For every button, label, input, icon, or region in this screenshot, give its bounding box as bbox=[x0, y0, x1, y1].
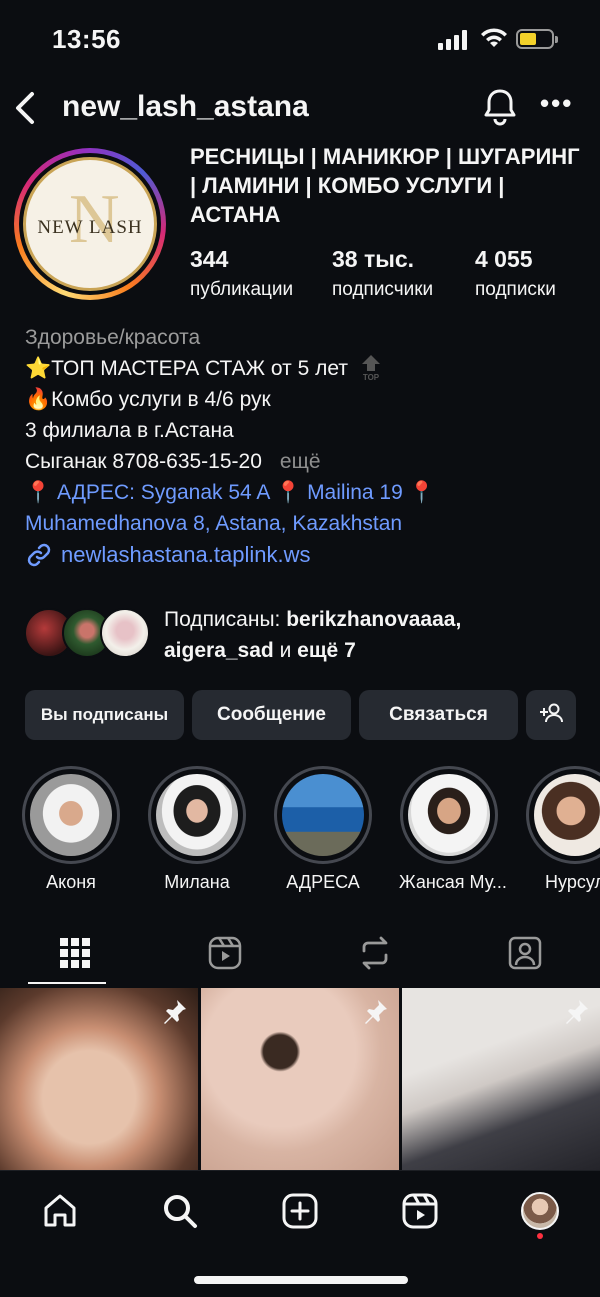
svg-text:TOP: TOP bbox=[363, 373, 380, 381]
create-post-icon bbox=[282, 1193, 318, 1229]
highlight-cover bbox=[408, 774, 490, 856]
following-button[interactable]: Вы подписаны bbox=[25, 690, 184, 740]
reels-icon bbox=[208, 936, 242, 970]
bio-line: 🔥Комбо услуги в 4/6 рук bbox=[25, 388, 271, 411]
highlight-cover bbox=[156, 774, 238, 856]
pin-icon: 📍 bbox=[25, 481, 52, 504]
profile-avatar-icon bbox=[521, 1192, 559, 1230]
reels-nav-icon bbox=[402, 1193, 438, 1229]
highlight-label: АДРЕСА bbox=[286, 872, 360, 892]
contact-button[interactable]: Связаться bbox=[359, 690, 518, 740]
profile-header: new_lash_astana ••• bbox=[0, 80, 600, 136]
stat-posts-value: 344 bbox=[190, 246, 229, 272]
more-options-icon[interactable]: ••• bbox=[540, 88, 573, 119]
repost-icon bbox=[362, 936, 388, 970]
post-thumbnail[interactable] bbox=[0, 988, 198, 1170]
profile-category: Здоровье/красота bbox=[25, 326, 201, 349]
address-line-2[interactable]: Muhamedhanova 8, Astana, Kazakhstan bbox=[25, 508, 585, 539]
suggest-users-button[interactable] bbox=[526, 690, 576, 740]
highlight-label: Аконя bbox=[46, 872, 96, 892]
brand-logo: N NEW LASH bbox=[23, 157, 157, 291]
nav-create[interactable] bbox=[278, 1189, 322, 1233]
profile-avatar[interactable]: N NEW LASH bbox=[14, 148, 166, 300]
story-highlights: Аконя Милана АДРЕСА Жансая Му... Нурсул bbox=[0, 766, 600, 896]
tagged-user-icon bbox=[508, 936, 542, 970]
pinned-post-icon bbox=[566, 1000, 588, 1024]
message-button[interactable]: Сообщение bbox=[192, 690, 351, 740]
pinned-post-icon bbox=[164, 1000, 186, 1024]
stat-following[interactable]: 4 055 подписки bbox=[475, 246, 556, 301]
add-user-icon bbox=[540, 703, 563, 723]
highlight-label: Нурсул bbox=[545, 872, 600, 892]
profile-link[interactable]: newlashastana.taplink.ws bbox=[25, 542, 310, 568]
follower-avatar bbox=[100, 608, 150, 658]
posts-grid bbox=[0, 988, 600, 1170]
wifi-icon bbox=[481, 28, 507, 47]
highlight-cover bbox=[534, 774, 600, 856]
pin-icon: 📍 bbox=[408, 481, 435, 504]
highlight-item[interactable]: Нурсул bbox=[525, 766, 600, 893]
status-time: 13:56 bbox=[52, 24, 121, 54]
back-arrow-icon[interactable] bbox=[12, 88, 42, 128]
search-icon bbox=[164, 1195, 197, 1228]
profile-tabs bbox=[0, 920, 600, 986]
stat-following-value: 4 055 bbox=[475, 246, 533, 272]
highlight-label: Милана bbox=[164, 872, 230, 892]
active-tab-indicator bbox=[28, 982, 106, 984]
followed-by[interactable]: Подписаны: berikzhanovaaaa, aigera_sad и… bbox=[24, 604, 584, 664]
pinned-post-icon bbox=[365, 1000, 387, 1024]
highlight-cover bbox=[30, 774, 112, 856]
nav-home[interactable] bbox=[38, 1189, 82, 1233]
bio-line: 3 филиала в г.Астана bbox=[25, 419, 234, 442]
tab-tagged[interactable] bbox=[450, 920, 600, 986]
nav-reels[interactable] bbox=[398, 1189, 442, 1233]
highlight-item[interactable]: Милана bbox=[147, 766, 247, 893]
link-icon bbox=[27, 543, 51, 567]
nav-search[interactable] bbox=[158, 1189, 202, 1233]
profile-bio: Здоровье/красота ⭐ТОП МАСТЕРА СТАЖ от 5 … bbox=[25, 322, 585, 539]
post-thumbnail[interactable] bbox=[201, 988, 399, 1170]
bio-line: Сыганак 8708-635-15-20 ещё bbox=[25, 450, 321, 473]
notification-dot bbox=[537, 1233, 543, 1239]
home-icon bbox=[44, 1194, 76, 1227]
highlight-item[interactable]: Аконя bbox=[21, 766, 121, 893]
top-badge-icon: TOP bbox=[361, 355, 380, 382]
address-line[interactable]: 📍 АДРЕС: Syganak 54 A 📍 Mailina 19 📍 bbox=[25, 477, 585, 508]
profile-title: РЕСНИЦЫ | МАНИКЮР | ШУГАРИНГ | ЛАМИНИ | … bbox=[190, 144, 580, 227]
post-thumbnail[interactable] bbox=[402, 988, 600, 1170]
tab-reposts[interactable] bbox=[300, 920, 450, 986]
pin-icon: 📍 bbox=[275, 481, 302, 504]
stat-followers-label: подписчики bbox=[332, 279, 434, 300]
bio-line: ⭐ТОП МАСТЕРА СТАЖ от 5 лет TOP bbox=[25, 353, 585, 384]
status-bar: 13:56 bbox=[0, 0, 600, 80]
followed-by-text: Подписаны: berikzhanovaaaa, aigera_sad и… bbox=[164, 608, 462, 662]
tab-reels[interactable] bbox=[150, 920, 300, 986]
cellular-signal-icon bbox=[438, 30, 467, 50]
battery-icon bbox=[516, 29, 558, 49]
logo-text: NEW LASH bbox=[37, 217, 143, 238]
highlight-label: Жансая Му... bbox=[399, 872, 507, 892]
grid-icon bbox=[60, 938, 90, 968]
stat-followers-value: 38 тыс. bbox=[332, 246, 415, 272]
stat-posts-label: публикации bbox=[190, 279, 294, 300]
stat-posts[interactable]: 344 публикации bbox=[190, 246, 293, 301]
profile-username: new_lash_astana bbox=[62, 90, 309, 123]
stat-followers[interactable]: 38 тыс. подписчики bbox=[332, 246, 433, 301]
notification-bell-icon[interactable] bbox=[482, 86, 518, 126]
highlight-item[interactable]: Жансая Му... bbox=[399, 766, 507, 893]
nav-profile[interactable] bbox=[518, 1189, 562, 1233]
tab-grid[interactable] bbox=[0, 920, 150, 986]
bio-more-link[interactable]: ещё bbox=[280, 450, 321, 473]
stat-following-label: подписки bbox=[475, 279, 556, 300]
profile-stats: 344 публикации 38 тыс. подписчики 4 055 … bbox=[190, 246, 590, 306]
home-indicator bbox=[194, 1276, 408, 1284]
highlight-item[interactable]: АДРЕСА bbox=[273, 766, 373, 893]
highlight-cover bbox=[282, 774, 364, 856]
